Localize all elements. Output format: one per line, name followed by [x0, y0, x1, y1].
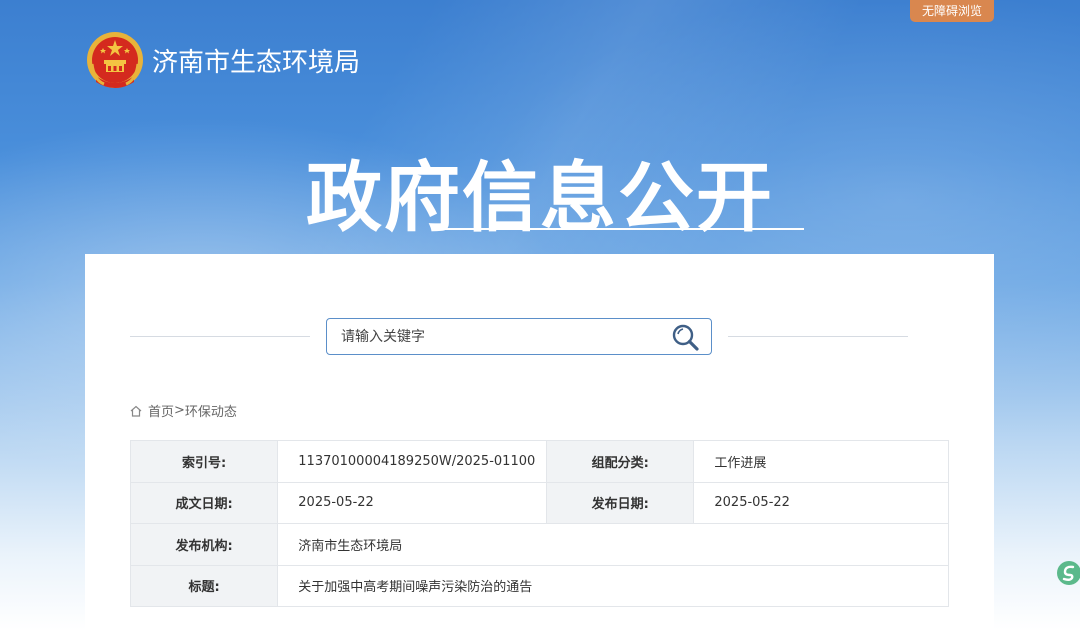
index-value: 11370100004189250W/2025-01100 [278, 441, 547, 483]
table-row: 索引号: 11370100004189250W/2025-01100 组配分类:… [131, 441, 949, 483]
document-info-table: 索引号: 11370100004189250W/2025-01100 组配分类:… [130, 440, 949, 607]
title-label: 标题: [131, 565, 278, 607]
org-value: 济南市生态环境局 [278, 524, 949, 566]
side-float-logo-icon[interactable] [1056, 560, 1080, 586]
home-icon [130, 405, 142, 417]
search-icon[interactable] [669, 322, 701, 352]
site-name[interactable]: 济南市生态环境局 [152, 42, 360, 79]
national-emblem-icon [84, 30, 146, 94]
category-label: 组配分类: [547, 441, 694, 483]
breadcrumb: 首页 > 环保动态 [130, 401, 237, 420]
publish-date-label: 发布日期: [547, 482, 694, 524]
breadcrumb-separator: > [174, 403, 185, 418]
written-date-value: 2025-05-22 [278, 482, 547, 524]
accessibility-button[interactable]: 无障碍浏览 [910, 0, 994, 22]
table-row: 标题: 关于加强中高考期间噪声污染防治的通告 [131, 565, 949, 607]
index-label: 索引号: [131, 441, 278, 483]
table-row: 发布机构: 济南市生态环境局 [131, 524, 949, 566]
publish-date-value: 2025-05-22 [694, 482, 949, 524]
search-box [326, 318, 712, 355]
category-value: 工作进展 [694, 441, 949, 483]
org-label: 发布机构: [131, 524, 278, 566]
written-date-label: 成文日期: [131, 482, 278, 524]
table-row: 成文日期: 2025-05-22 发布日期: 2025-05-22 [131, 482, 949, 524]
search-input[interactable] [341, 319, 661, 354]
title-value: 关于加强中高考期间噪声污染防治的通告 [278, 565, 949, 607]
breadcrumb-current-link[interactable]: 环保动态 [185, 401, 237, 420]
search-divider-left [130, 336, 310, 337]
search-divider-right [728, 336, 908, 337]
breadcrumb-home-link[interactable]: 首页 [148, 401, 174, 420]
title-underline [432, 228, 804, 230]
